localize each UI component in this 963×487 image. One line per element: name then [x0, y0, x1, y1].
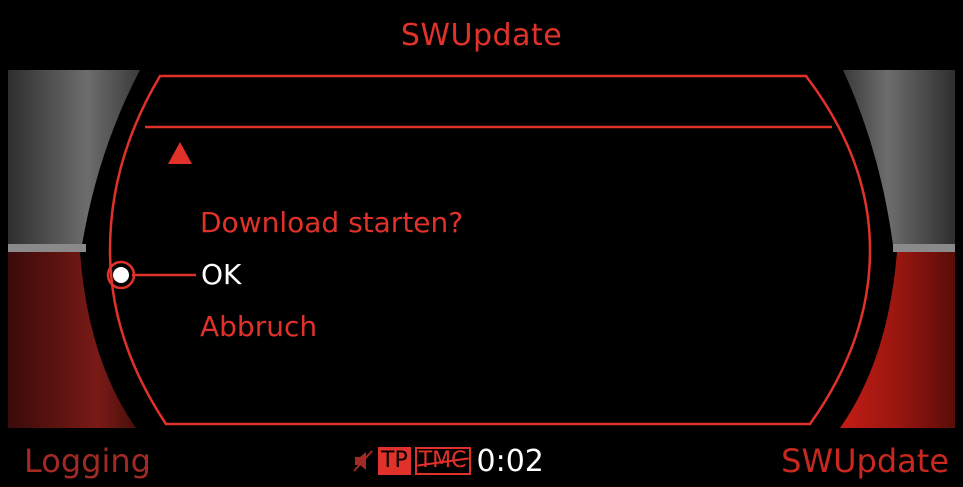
cancel-option[interactable]: Abbruch — [200, 310, 317, 343]
frame-graphics — [8, 70, 955, 428]
tmc-badge: TMC — [414, 447, 471, 475]
selection-dot-icon — [113, 267, 129, 283]
scroll-up-arrow-icon[interactable] — [166, 140, 194, 166]
tp-badge: TP — [378, 447, 411, 475]
status-bar: TP TMC 0:02 — [352, 443, 544, 479]
right-bezel-divider — [893, 244, 955, 252]
left-bezel-divider — [8, 244, 86, 252]
display-screen: SWUpdate Download starten? OK Abbruch Lo… — [0, 0, 963, 487]
clock-time: 0:02 — [476, 443, 544, 479]
dialog-prompt: Download starten? — [200, 206, 464, 239]
left-softkey-logging[interactable]: Logging — [24, 442, 151, 480]
right-softkey-swupdate[interactable]: SWUpdate — [781, 442, 949, 480]
mute-icon — [353, 450, 373, 472]
screen-title: SWUpdate — [400, 18, 563, 53]
ok-option[interactable]: OK — [201, 258, 241, 291]
